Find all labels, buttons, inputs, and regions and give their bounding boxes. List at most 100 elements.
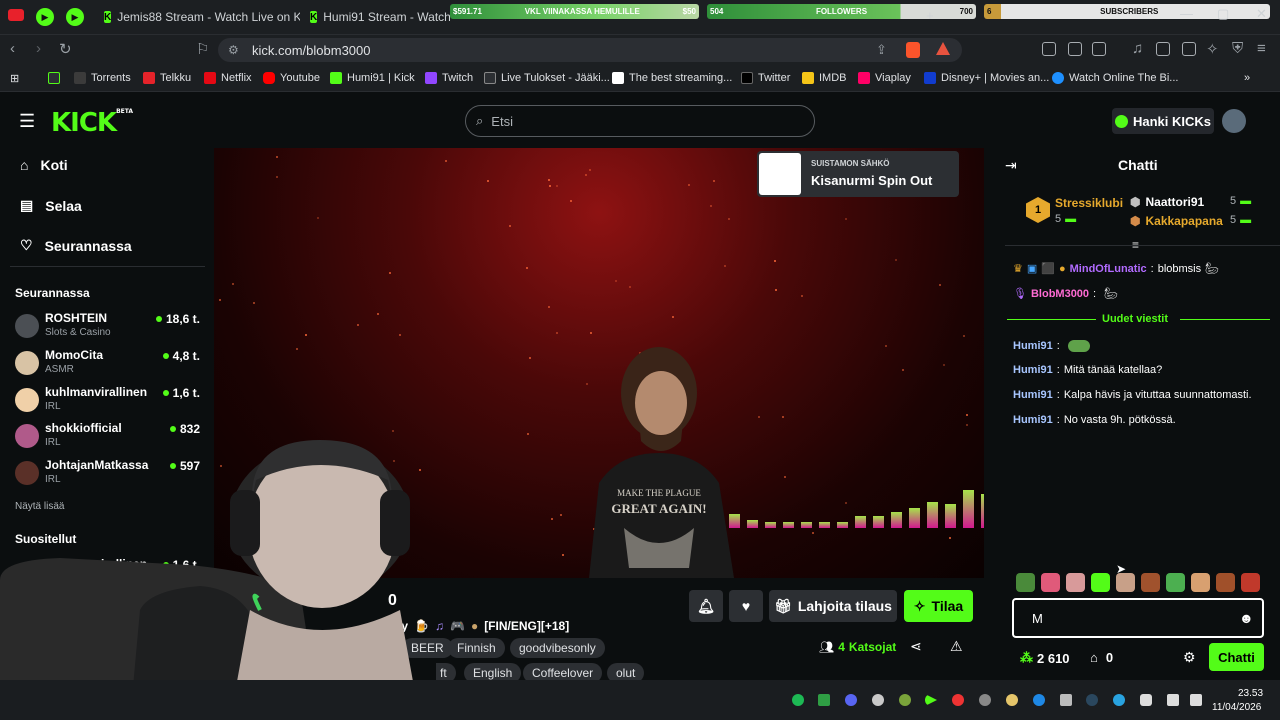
following-channel[interactable]: ROSHTEIN Slots & Casino 18,6 t.: [15, 310, 200, 344]
visualizer-bar: [783, 522, 794, 528]
hamburger-menu-icon[interactable]: ☰: [19, 111, 35, 132]
youtube-tab-icon[interactable]: [8, 9, 24, 21]
gift-subscription-button[interactable]: 🎁︎ Lahjoita tilaus: [769, 590, 897, 622]
follow-button[interactable]: ♥: [729, 590, 763, 622]
ember-particle: [526, 267, 528, 269]
media-icon[interactable]: ♫: [1132, 40, 1143, 57]
nav-home[interactable]: ⌂ Koti: [20, 157, 68, 173]
following-channel[interactable]: MomoCita ASMR 4,8 t.: [15, 347, 200, 381]
more-bookmarks-icon[interactable]: »: [1244, 72, 1250, 84]
wallet-icon[interactable]: [1182, 42, 1196, 56]
tray-app-icon[interactable]: [899, 694, 911, 706]
search-input[interactable]: ⌕ Etsi: [465, 105, 815, 137]
extension-icon-2[interactable]: [1092, 42, 1106, 56]
minimize-icon[interactable]: —: [1180, 6, 1193, 21]
volume-icon[interactable]: [1190, 694, 1202, 706]
microphone-icon[interactable]: [1140, 694, 1152, 706]
channel-points[interactable]: ⁂ 2 610: [1020, 650, 1070, 666]
bookmark-item[interactable]: Humi91 | Kick: [330, 72, 415, 84]
emote-icon[interactable]: [1216, 573, 1235, 592]
bookmark-page-icon[interactable]: ⚐: [196, 40, 209, 58]
close-window-icon[interactable]: ✕: [1256, 6, 1267, 22]
bookmark-item[interactable]: Viaplay: [858, 72, 911, 84]
emote-icon[interactable]: [1066, 573, 1085, 592]
bookmark-flag[interactable]: [48, 72, 60, 84]
new-tab-icon[interactable]: +: [926, 8, 934, 23]
following-channel[interactable]: kuhlmanvirallinen IRL 1,6 t.: [15, 384, 200, 418]
bookmark-item[interactable]: Telkku: [143, 72, 191, 84]
bookmark-item[interactable]: Twitch: [425, 72, 473, 84]
bookmark-item[interactable]: IMDB: [802, 72, 847, 84]
bookmark-item[interactable]: Watch Online The Bi...: [1052, 72, 1178, 84]
play-tab-icon[interactable]: ▶: [36, 8, 54, 26]
nav-following[interactable]: ♡ Seurannassa: [20, 237, 132, 254]
brave-shield-icon[interactable]: [906, 42, 920, 58]
send-chat-button[interactable]: Chatti: [1209, 643, 1264, 671]
spotify-icon[interactable]: [792, 694, 804, 706]
stream-tag[interactable]: goodvibesonly: [510, 638, 605, 658]
discord-icon[interactable]: [845, 694, 857, 706]
cloud-icon[interactable]: [872, 694, 884, 706]
emote-icon[interactable]: [1166, 573, 1185, 592]
emote-icon[interactable]: [1141, 573, 1160, 592]
tray-app-icon[interactable]: [952, 694, 964, 706]
site-info-icon[interactable]: ⚙: [228, 43, 239, 57]
bookmark-item[interactable]: Torrents: [74, 72, 131, 84]
following-heading: Seurannassa: [15, 286, 90, 300]
tray-app-icon[interactable]: [818, 694, 830, 706]
back-icon[interactable]: ‹: [10, 40, 15, 57]
tab-humi91[interactable]: K Humi91 Stream - Watch Live on Kick: [310, 4, 450, 30]
usb-icon[interactable]: [1060, 694, 1072, 706]
network-icon[interactable]: [1167, 694, 1179, 706]
chat-input[interactable]: M ☻: [1012, 598, 1264, 638]
chat-settings-icon[interactable]: ⚙: [1183, 649, 1196, 666]
reload-icon[interactable]: ↻: [59, 40, 72, 58]
bookmark-item[interactable]: The best streaming...: [612, 72, 732, 84]
emote-icon[interactable]: [1241, 573, 1260, 592]
bookmark-item[interactable]: Live Tulokset - Jääki...: [484, 72, 610, 84]
brave-rewards-icon[interactable]: [936, 42, 950, 55]
play-tab-icon-2[interactable]: ▶: [66, 8, 84, 26]
share-icon[interactable]: ⇪: [876, 42, 887, 58]
vpn-icon[interactable]: ⛨: [1232, 40, 1243, 57]
extension-icon-1[interactable]: [1042, 42, 1056, 56]
bookmark-item[interactable]: Disney+ | Movies an...: [924, 72, 1049, 84]
report-icon[interactable]: ⚠: [950, 638, 963, 655]
clock-time[interactable]: 23.53: [1238, 688, 1263, 699]
clock-date[interactable]: 11/04/2026: [1212, 702, 1261, 713]
user-avatar[interactable]: [1222, 109, 1246, 133]
tray-app-icon[interactable]: [1113, 694, 1125, 706]
tab-jemis88[interactable]: K Jemis88 Stream - Watch Live on Kick ✕: [104, 4, 300, 30]
share-icon[interactable]: ⋖: [910, 638, 922, 655]
apps-grid-icon[interactable]: ⊞: [10, 72, 19, 85]
emote-icon[interactable]: [1191, 573, 1210, 592]
nav-browse[interactable]: ▤ Selaa: [20, 197, 82, 214]
emoji-picker-icon[interactable]: ☻: [1239, 610, 1254, 626]
url-field[interactable]: ⚙ kick.com/blobm3000 ⇪: [218, 38, 962, 62]
subscribe-button[interactable]: ✧ Tilaa: [904, 590, 973, 622]
maximize-icon[interactable]: ▢: [1217, 6, 1229, 22]
kick-logo[interactable]: KICKBETA: [51, 108, 133, 138]
menu-icon[interactable]: ≡: [1257, 40, 1266, 57]
steam-icon[interactable]: [1086, 694, 1098, 706]
gift-counter[interactable]: ⌂ 0: [1090, 650, 1113, 665]
emote-icon[interactable]: [1091, 573, 1110, 592]
emote-icon[interactable]: [1016, 573, 1035, 592]
forward-icon[interactable]: ›: [36, 40, 41, 57]
bluetooth-icon[interactable]: [1033, 694, 1045, 706]
sidebar-icon[interactable]: [1156, 42, 1170, 56]
bookmark-item[interactable]: Netflix: [204, 72, 252, 84]
gifter-row[interactable]: ⬢ Naattori91: [1130, 195, 1204, 209]
collapse-chat-icon[interactable]: ⇥: [1005, 157, 1017, 174]
tray-app-icon[interactable]: [1006, 694, 1018, 706]
get-kicks-button[interactable]: Hanki KICKs: [1112, 108, 1214, 134]
tray-app-icon[interactable]: [979, 694, 991, 706]
leo-ai-icon[interactable]: ✧: [1206, 40, 1219, 58]
emote-icon[interactable]: [1041, 573, 1060, 592]
extensions-puzzle-icon[interactable]: [1068, 42, 1082, 56]
notification-bell-button[interactable]: 🔔︎: [689, 590, 723, 622]
gifter-row[interactable]: ⬢ Kakkapapana: [1130, 214, 1223, 228]
top-gifter-name[interactable]: Stressiklubi: [1055, 196, 1123, 210]
bookmark-item[interactable]: Youtube: [263, 72, 320, 84]
bookmark-item[interactable]: Twitter: [741, 72, 790, 84]
